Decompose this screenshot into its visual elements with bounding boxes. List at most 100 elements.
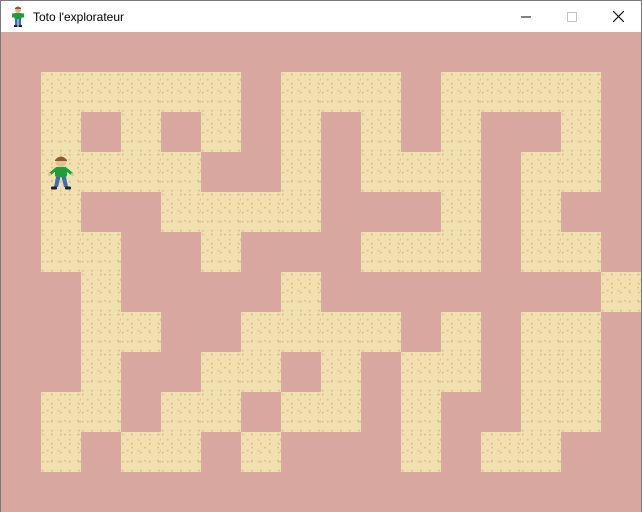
floor-tile <box>401 352 441 392</box>
wall-tile <box>1 192 41 232</box>
wall-tile <box>441 472 481 512</box>
wall-tile <box>441 432 481 472</box>
wall-tile <box>401 32 441 72</box>
floor-tile <box>561 112 601 152</box>
wall-tile <box>361 32 401 72</box>
wall-tile <box>521 112 561 152</box>
wall-tile <box>561 32 601 72</box>
wall-tile <box>121 232 161 272</box>
floor-tile <box>321 392 361 432</box>
floor-tile <box>481 432 521 472</box>
floor-tile <box>521 192 561 232</box>
wall-tile <box>1 352 41 392</box>
wall-tile <box>81 192 121 232</box>
wall-tile <box>1 112 41 152</box>
wall-tile <box>561 272 601 312</box>
wall-tile <box>81 32 121 72</box>
wall-tile <box>1 392 41 432</box>
wall-tile <box>321 192 361 232</box>
floor-tile <box>441 112 481 152</box>
floor-tile <box>441 312 481 352</box>
floor-tile <box>121 432 161 472</box>
floor-tile <box>201 192 241 232</box>
wall-tile <box>361 392 401 432</box>
wall-tile <box>121 272 161 312</box>
floor-tile <box>441 152 481 192</box>
title-bar[interactable]: Toto l'explorateur <box>1 1 641 32</box>
wall-tile <box>1 472 41 512</box>
wall-tile <box>441 272 481 312</box>
wall-tile <box>401 472 441 512</box>
wall-tile <box>81 472 121 512</box>
floor-tile <box>81 312 121 352</box>
wall-tile <box>361 352 401 392</box>
wall-tile <box>601 232 641 272</box>
wall-tile <box>481 192 521 232</box>
floor-tile <box>601 272 641 312</box>
wall-tile <box>161 472 201 512</box>
floor-tile <box>441 72 481 112</box>
wall-tile <box>401 112 441 152</box>
wall-tile <box>561 432 601 472</box>
floor-tile <box>201 392 241 432</box>
window-controls <box>503 1 641 32</box>
wall-tile <box>161 352 201 392</box>
floor-tile <box>81 152 121 192</box>
floor-tile <box>561 352 601 392</box>
wall-tile <box>601 192 641 232</box>
floor-tile <box>121 72 161 112</box>
wall-tile <box>401 72 441 112</box>
wall-tile <box>481 352 521 392</box>
wall-tile <box>601 112 641 152</box>
floor-tile <box>321 312 361 352</box>
close-button[interactable] <box>595 1 641 32</box>
floor-tile <box>41 72 81 112</box>
floor-tile <box>281 112 321 152</box>
wall-tile <box>481 112 521 152</box>
wall-tile <box>1 32 41 72</box>
floor-tile <box>401 152 441 192</box>
floor-tile <box>41 112 81 152</box>
wall-tile <box>241 112 281 152</box>
wall-tile <box>1 272 41 312</box>
floor-tile <box>521 72 561 112</box>
maze-board[interactable] <box>1 32 641 512</box>
wall-tile <box>201 472 241 512</box>
floor-tile <box>81 232 121 272</box>
wall-tile <box>321 232 361 272</box>
wall-tile <box>321 432 361 472</box>
floor-tile <box>561 72 601 112</box>
floor-tile <box>81 352 121 392</box>
wall-tile <box>1 152 41 192</box>
floor-tile <box>521 232 561 272</box>
minimize-button[interactable] <box>503 1 549 32</box>
wall-tile <box>201 152 241 192</box>
wall-tile <box>121 192 161 232</box>
wall-tile <box>601 32 641 72</box>
floor-tile <box>521 392 561 432</box>
floor-tile <box>41 392 81 432</box>
floor-tile <box>121 112 161 152</box>
floor-tile <box>81 392 121 432</box>
maximize-button[interactable] <box>549 1 595 32</box>
floor-tile <box>401 232 441 272</box>
floor-tile <box>81 72 121 112</box>
wall-tile <box>601 152 641 192</box>
floor-tile <box>281 272 321 312</box>
floor-tile <box>521 352 561 392</box>
wall-tile <box>241 472 281 512</box>
floor-tile <box>121 312 161 352</box>
floor-tile <box>41 432 81 472</box>
wall-tile <box>121 392 161 432</box>
wall-tile <box>201 432 241 472</box>
wall-tile <box>521 32 561 72</box>
floor-tile <box>561 152 601 192</box>
wall-tile <box>161 112 201 152</box>
floor-tile <box>321 352 361 392</box>
explorer-character-icon <box>47 156 75 190</box>
wall-tile <box>241 232 281 272</box>
game-window: Toto l'explorateur <box>0 0 642 512</box>
wall-tile <box>601 72 641 112</box>
wall-tile <box>561 192 601 232</box>
wall-tile <box>161 312 201 352</box>
